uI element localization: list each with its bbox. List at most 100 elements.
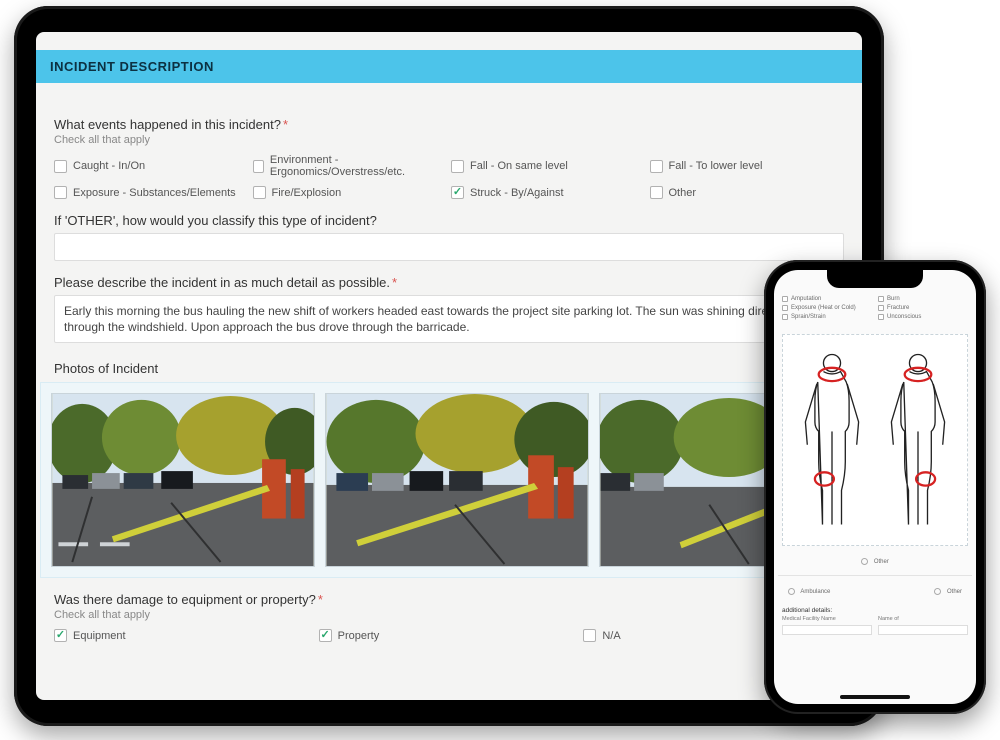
checkbox-label: Sprain/Strain bbox=[791, 314, 826, 320]
symptom-checkbox-grid: Amputation Burn Exposure (Heat or Cold) … bbox=[782, 296, 968, 320]
radio-label: Other bbox=[947, 589, 962, 595]
question-events-hint: Check all that apply bbox=[54, 134, 844, 146]
form-area-2: Was there damage to equipment or propert… bbox=[36, 592, 862, 642]
checkbox-unconscious[interactable]: Unconscious bbox=[878, 314, 968, 320]
required-asterisk: * bbox=[318, 592, 323, 607]
additional-details-label: additional details: bbox=[782, 607, 968, 614]
radio-label: Ambulance bbox=[800, 589, 830, 595]
checkbox-label: Fire/Explosion bbox=[272, 187, 342, 199]
checkbox-fall-lower-level[interactable]: Fall - To lower level bbox=[650, 154, 845, 178]
checkbox-exposure-heat-cold[interactable]: Exposure (Heat or Cold) bbox=[782, 305, 872, 311]
name-of-input[interactable] bbox=[878, 625, 968, 635]
checkbox-label: Equipment bbox=[73, 630, 126, 642]
checkbox-label: Unconscious bbox=[887, 314, 921, 320]
checkbox-label: Fracture bbox=[887, 305, 909, 311]
phone-fields-row: Medical Facility Name Name of bbox=[782, 616, 968, 635]
question-other-classify-label: If 'OTHER', how would you classify this … bbox=[54, 213, 844, 228]
radio-label: Other bbox=[874, 559, 889, 565]
incident-photo-1[interactable] bbox=[51, 393, 315, 567]
describe-incident-textarea[interactable]: Early this morning the bus hauling the n… bbox=[54, 295, 844, 343]
body-front-icon bbox=[794, 343, 870, 537]
question-damage-label: Was there damage to equipment or propert… bbox=[54, 592, 844, 607]
checkbox-box bbox=[782, 314, 788, 320]
question-damage-text: Was there damage to equipment or propert… bbox=[54, 592, 316, 607]
checkbox-box-checked bbox=[451, 186, 464, 199]
checkbox-box bbox=[650, 160, 663, 173]
checkbox-equipment[interactable]: Equipment bbox=[54, 629, 315, 642]
phone-notch bbox=[827, 270, 923, 288]
checkbox-box bbox=[650, 186, 663, 199]
question-events-text: What events happened in this incident? bbox=[54, 117, 281, 132]
question-describe-text: Please describe the incident in as much … bbox=[54, 275, 390, 290]
radio-icon bbox=[861, 558, 868, 565]
checkbox-exposure[interactable]: Exposure - Substances/Elements bbox=[54, 186, 249, 199]
checkbox-label: Environment - Ergonomics/Overstress/etc. bbox=[270, 154, 447, 178]
question-damage-hint: Check all that apply bbox=[54, 609, 844, 621]
checkbox-label: Burn bbox=[887, 296, 900, 302]
checkbox-label: N/A bbox=[602, 630, 620, 642]
body-back-icon bbox=[880, 343, 956, 537]
checkbox-box bbox=[878, 296, 884, 302]
home-indicator[interactable] bbox=[840, 695, 910, 699]
name-of-label: Name of bbox=[878, 616, 968, 622]
photos-of-incident-label: Photos of Incident bbox=[54, 361, 844, 376]
checkbox-caught-in-on[interactable]: Caught - In/On bbox=[54, 154, 249, 178]
checkbox-box bbox=[878, 314, 884, 320]
tablet-screen: INCIDENT DESCRIPTION What events happene… bbox=[36, 32, 862, 700]
checkbox-box bbox=[451, 160, 464, 173]
checkbox-box bbox=[253, 160, 264, 173]
form-area: What events happened in this incident?* … bbox=[36, 93, 862, 343]
divider bbox=[778, 575, 972, 576]
checkbox-label: Amputation bbox=[791, 296, 821, 302]
checkbox-box-checked bbox=[54, 629, 67, 642]
phone-screen: Amputation Burn Exposure (Heat or Cold) … bbox=[774, 270, 976, 704]
incident-photo-2-image bbox=[326, 394, 588, 566]
radio-icon bbox=[934, 588, 941, 595]
radio-row-2: Ambulance Other bbox=[782, 588, 968, 595]
events-checkbox-grid: Caught - In/On Environment - Ergonomics/… bbox=[54, 154, 844, 199]
checkbox-label: Exposure (Heat or Cold) bbox=[791, 305, 856, 311]
checkbox-label: Other bbox=[669, 187, 697, 199]
radio-other-1[interactable]: Other bbox=[861, 558, 889, 565]
question-events-label: What events happened in this incident?* bbox=[54, 117, 844, 132]
checkbox-box bbox=[54, 186, 67, 199]
checkbox-label: Property bbox=[338, 630, 380, 642]
checkbox-box bbox=[583, 629, 596, 642]
photos-row bbox=[40, 382, 858, 578]
checkbox-fracture[interactable]: Fracture bbox=[878, 305, 968, 311]
incident-photo-2[interactable] bbox=[325, 393, 589, 567]
checkbox-fire-explosion[interactable]: Fire/Explosion bbox=[253, 186, 448, 199]
checkbox-property[interactable]: Property bbox=[319, 629, 580, 642]
checkbox-box bbox=[782, 296, 788, 302]
medical-facility-name-input[interactable] bbox=[782, 625, 872, 635]
checkbox-fall-same-level[interactable]: Fall - On same level bbox=[451, 154, 646, 178]
radio-row-1: Other bbox=[782, 558, 968, 565]
checkbox-other[interactable]: Other bbox=[650, 186, 845, 199]
checkbox-environment[interactable]: Environment - Ergonomics/Overstress/etc. bbox=[253, 154, 448, 178]
checkbox-burn[interactable]: Burn bbox=[878, 296, 968, 302]
checkbox-label: Struck - By/Against bbox=[470, 187, 564, 199]
phone-device-frame: Amputation Burn Exposure (Heat or Cold) … bbox=[764, 260, 986, 714]
required-asterisk: * bbox=[392, 275, 397, 290]
checkbox-box bbox=[253, 186, 266, 199]
radio-other-2[interactable]: Other bbox=[934, 588, 962, 595]
checkbox-box bbox=[782, 305, 788, 311]
checkbox-sprain-strain[interactable]: Sprain/Strain bbox=[782, 314, 872, 320]
section-header-incident-description: INCIDENT DESCRIPTION bbox=[36, 50, 862, 83]
body-diagram-panel[interactable] bbox=[782, 334, 968, 546]
other-classify-input[interactable] bbox=[54, 233, 844, 261]
radio-icon bbox=[788, 588, 795, 595]
checkbox-amputation[interactable]: Amputation bbox=[782, 296, 872, 302]
damage-checkbox-grid: Equipment Property N/A bbox=[54, 629, 844, 642]
checkbox-box bbox=[878, 305, 884, 311]
checkbox-box-checked bbox=[319, 629, 332, 642]
checkbox-label: Caught - In/On bbox=[73, 160, 145, 172]
tablet-device-frame: INCIDENT DESCRIPTION What events happene… bbox=[14, 6, 884, 726]
question-describe-label: Please describe the incident in as much … bbox=[54, 275, 844, 290]
radio-ambulance[interactable]: Ambulance bbox=[788, 588, 830, 595]
checkbox-label: Fall - On same level bbox=[470, 160, 568, 172]
required-asterisk: * bbox=[283, 117, 288, 132]
checkbox-label: Fall - To lower level bbox=[669, 160, 763, 172]
checkbox-struck-by-against[interactable]: Struck - By/Against bbox=[451, 186, 646, 199]
tablet-app: INCIDENT DESCRIPTION What events happene… bbox=[36, 32, 862, 700]
